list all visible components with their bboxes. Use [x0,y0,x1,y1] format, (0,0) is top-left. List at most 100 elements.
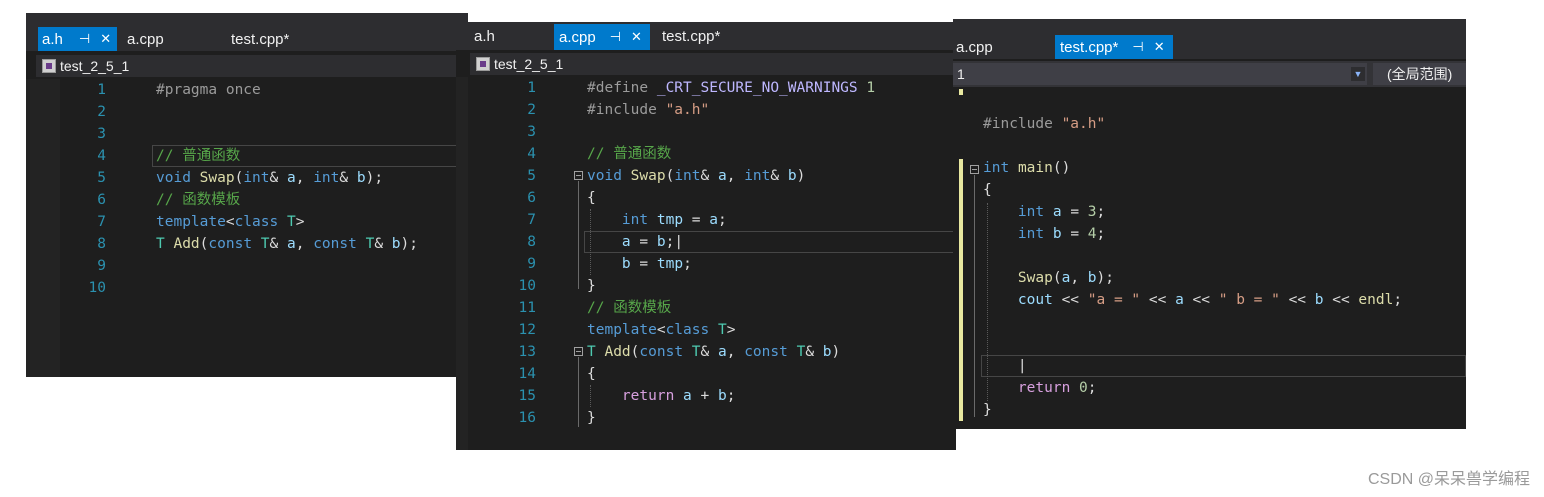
code-line: #include "a.h" [983,116,1106,132]
code-line: template<class T> [587,322,736,338]
pin-icon[interactable]: ⊣ [1132,39,1143,55]
line-number: 9 [97,258,106,274]
line-gutter [26,79,60,377]
code-line: void Swap(int& a, int& b); [156,170,384,186]
project-navbar[interactable]: test_2_5_1 [36,55,468,77]
project-icon [476,57,490,71]
project-icon [42,59,56,73]
code-line: Swap(a, b); [1017,270,1114,286]
close-icon[interactable]: ✕ [631,29,642,45]
tab-label: test.cpp* [1060,38,1119,56]
code-editor[interactable]: 1 2 3 4 5 6 7 8 9 10 11 12 13 14 15 16 #define _CRT_SEC… [456,77,956,450]
tab-a-cpp[interactable]: a.cpp ⊣ ✕ [554,24,650,50]
code-line: int b = 4; [1017,226,1106,242]
tab-bar: a.h a.cpp ⊣ ✕ test.cpp* [456,22,956,50]
fold-toggle-icon[interactable] [574,171,583,180]
line-number: 8 [527,234,536,250]
tab-label: test.cpp* [662,27,721,45]
code-line: // 普通函数 [156,148,241,164]
pin-icon[interactable]: ⊣ [79,31,90,47]
project-name: test_2_5_1 [60,58,130,74]
tab-label: a.h [42,30,63,48]
code-line: #pragma once [156,82,261,98]
scope-navbar: 1 ▼ (全局范围) [953,61,1466,87]
code-line: a = b;| [621,234,684,250]
line-number: 7 [97,214,106,230]
line-number: 12 [518,322,536,338]
pin-icon[interactable]: ⊣ [610,29,621,45]
fold-guide [974,175,975,417]
line-number: 1 [97,82,106,98]
code-line: cout << "a = " << a << " b = " << b << e… [1017,292,1403,308]
code-line: { [983,182,992,198]
code-line: #include "a.h" [587,102,710,118]
close-icon[interactable]: ✕ [100,31,111,47]
line-number: 4 [97,148,106,164]
line-number: 2 [97,104,106,120]
code-line: T Add(const T& a, const T& b) [587,344,841,360]
line-number: 2 [527,102,536,118]
global-scope-label: (全局范围) [1387,66,1453,82]
global-scope-dropdown[interactable]: (全局范围) [1373,63,1466,85]
tab-label: a.cpp [559,28,596,46]
tab-test-cpp[interactable]: test.cpp* ⊣ ✕ [1055,35,1173,59]
tab-test-cpp[interactable]: test.cpp* [662,24,720,48]
tab-label: test.cpp* [231,30,290,48]
tab-a-cpp[interactable]: a.cpp [127,27,164,51]
close-icon[interactable]: ✕ [1154,39,1165,55]
code-line: { [587,366,596,382]
code-line: { [587,190,596,206]
tab-a-h[interactable]: a.h [474,24,495,48]
line-number: 6 [97,192,106,208]
line-number: 5 [527,168,536,184]
fold-toggle-icon[interactable] [574,347,583,356]
change-marker [959,159,963,421]
code-line: } [587,278,596,294]
code-editor[interactable]: 1 2 3 4 5 6 7 8 9 10 #pragma once // 普通函数 void Sw… [26,79,468,377]
current-line-highlight [981,355,1466,377]
code-line: // 函数模板 [587,300,672,316]
tab-test-cpp[interactable]: test.cpp* [231,27,289,51]
line-number: 10 [88,280,106,296]
code-line: b = tmp; [621,256,692,272]
tab-label: a.cpp [127,30,164,48]
editor-panel-a-h: a.h ⊣ ✕ a.cpp test.cpp* test_2_5_1 1 2 3 4 5… [26,13,468,377]
line-gutter [456,77,468,450]
line-number: 3 [97,126,106,142]
code-line: // 普通函数 [587,146,672,162]
tab-a-h[interactable]: a.h ⊣ ✕ [38,27,118,51]
editor-panel-test-cpp: a.cpp test.cpp* ⊣ ✕ 1 ▼ (全局范围) #include … [953,19,1466,429]
line-number: 6 [527,190,536,206]
line-number: 1 [527,80,536,96]
chevron-down-icon[interactable]: ▼ [1351,67,1365,81]
tab-bar: a.cpp test.cpp* ⊣ ✕ [953,19,1466,59]
code-line: int tmp = a; [621,212,727,228]
line-number: 13 [518,344,536,360]
tab-a-cpp[interactable]: a.cpp [956,35,993,59]
project-navbar[interactable]: test_2_5_1 [470,53,956,75]
code-line: template<class T> [156,214,305,230]
line-number: 3 [527,124,536,140]
code-editor[interactable]: #include "a.h" int main() { int a = 3; i… [953,89,1466,429]
editor-panel-a-cpp: a.h a.cpp ⊣ ✕ test.cpp* test_2_5_1 12345… [456,22,956,450]
scope-dropdown[interactable]: 1 ▼ [953,63,1367,85]
code-line: int a = 3; [1017,204,1106,220]
line-number: 9 [527,256,536,272]
line-number: 7 [527,212,536,228]
code-line: #define _CRT_SECURE_NO_WARNINGS 1 [587,80,876,96]
watermark: CSDN @呆呆兽学编程 [1367,471,1530,488]
code-line: // 函数模板 [156,192,241,208]
line-number: 16 [518,410,536,426]
code-line: | [983,358,1027,374]
tab-label: a.cpp [956,38,993,56]
code-line: T Add(const T& a, const T& b); [156,236,418,252]
tab-label: a.h [474,27,495,45]
line-number: 14 [518,366,536,382]
tab-bar: a.h ⊣ ✕ a.cpp test.cpp* [26,13,468,51]
code-line: return 0; [1017,380,1097,396]
line-number: 8 [97,236,106,252]
project-name: test_2_5_1 [494,56,564,72]
fold-toggle-icon[interactable] [970,165,979,174]
line-number: 10 [518,278,536,294]
code-line: return a + b; [621,388,736,404]
